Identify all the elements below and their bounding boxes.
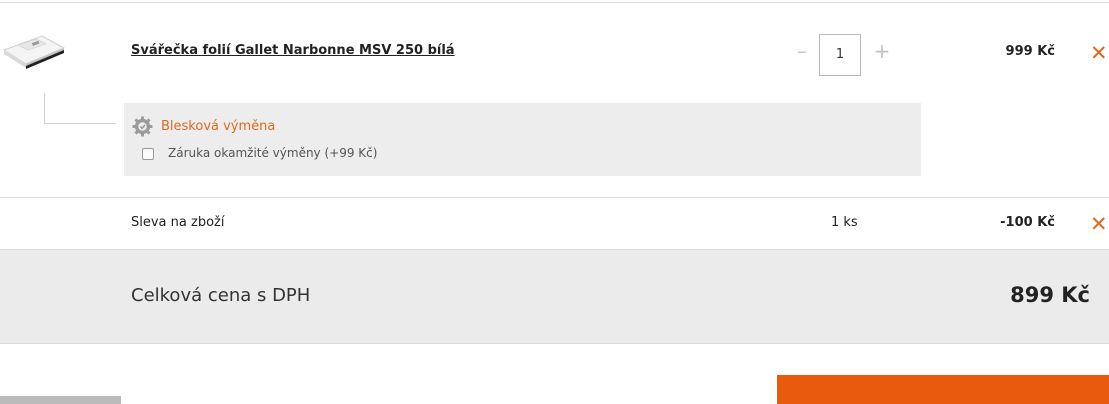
total-price: 899 Kč: [1010, 283, 1090, 307]
total-summary: Celková cena s DPH 899 Kč: [0, 250, 1109, 344]
remove-discount-icon[interactable]: ✕: [1090, 213, 1108, 235]
discount-label: Sleva na zboží: [131, 215, 225, 230]
item-price: 999 Kč: [1005, 44, 1055, 59]
service-option-panel: Blesková výměna Záruka okamžité výměny (…: [124, 103, 921, 176]
service-title: Blesková výměna: [161, 119, 276, 134]
quantity-decrease-button[interactable]: –: [793, 40, 811, 62]
total-label: Celková cena s DPH: [131, 285, 311, 306]
quantity-input[interactable]: 1: [819, 34, 861, 76]
discount-quantity: 1 ks: [831, 215, 858, 230]
product-image[interactable]: [2, 28, 66, 74]
quantity-increase-button[interactable]: +: [872, 40, 892, 62]
continue-button[interactable]: [777, 375, 1109, 404]
row-divider: [0, 197, 1109, 198]
instant-exchange-checkbox[interactable]: [142, 148, 154, 160]
discount-amount: -100 Kč: [1000, 215, 1055, 230]
top-divider: [0, 2, 1109, 3]
gear-badge-icon: [132, 116, 153, 137]
tree-connector-horizontal: [44, 123, 116, 124]
product-name-link[interactable]: Svářečka folií Gallet Narbonne MSV 250 b…: [131, 43, 455, 58]
tree-connector-vertical: [44, 93, 45, 123]
instant-exchange-label[interactable]: Záruka okamžité výměny (+99 Kč): [168, 146, 377, 160]
remove-item-icon[interactable]: ✕: [1090, 42, 1108, 64]
back-button[interactable]: [0, 396, 121, 404]
